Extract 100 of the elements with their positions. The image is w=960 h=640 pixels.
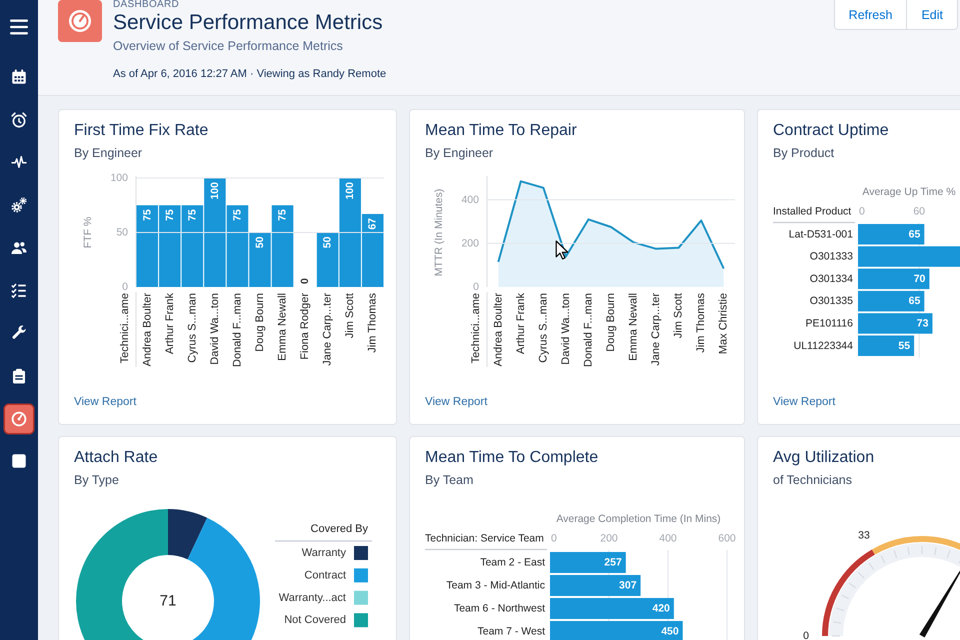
edit-button[interactable]: Edit (907, 0, 958, 30)
axis-title: Average Up Time % (862, 186, 956, 198)
bar-value-label: 75 (186, 209, 198, 221)
bar (858, 224, 924, 244)
axis-tick-label: 50 (116, 226, 128, 238)
category-label: Donald F...man (231, 293, 244, 367)
donut-center-value: 71 (160, 592, 176, 610)
category-label: Emma Newall (276, 293, 289, 361)
bar-value-label: 65 (908, 295, 920, 308)
page-subtitle: Overview of Service Performance Metrics (113, 38, 343, 54)
category-label: Cyrus S...man (186, 293, 198, 363)
category-label: Andrea Boulter (141, 293, 154, 366)
card-subtitle: By Team (425, 472, 474, 488)
axis-tick-label: 0 (473, 281, 479, 293)
card-title: Contract Uptime (773, 121, 889, 141)
category-label: O301335 (810, 295, 853, 308)
legend-label: Warranty...act (278, 592, 346, 604)
gauge-icon (10, 410, 28, 428)
legend-label: Not Covered (284, 614, 346, 626)
page-title: Service Performance Metrics (113, 10, 383, 36)
axis-title: MTTR (In Minutes) (433, 188, 445, 276)
bar-value-label: 420 (652, 602, 670, 614)
bar (858, 268, 930, 290)
card-title: Mean Time To Complete (425, 448, 598, 468)
card-title: Attach Rate (74, 448, 158, 468)
axis-tick-label: 0 (122, 281, 128, 293)
bar (858, 336, 914, 356)
column-header: Technici...ame (470, 293, 482, 364)
category-label: Cyrus S...man (537, 293, 550, 363)
view-report-link[interactable]: View Report (773, 395, 836, 409)
category-label: Team 6 - Northwest (454, 602, 545, 614)
card-subtitle: By Product (773, 145, 834, 161)
category-label: Arthur Frank (164, 293, 176, 354)
checklist-icon (10, 281, 28, 300)
nav-button[interactable] (5, 404, 33, 432)
axis-title: Technician: Service Team (425, 532, 544, 544)
axis-tick-label: 200 (600, 532, 618, 544)
category-label: Team 7 - West (478, 626, 545, 638)
card-title: Mean Time To Repair (425, 121, 577, 141)
category-label: PE101116 (806, 317, 853, 330)
mouse-pointer-icon (555, 240, 568, 260)
axis-tick-label: 400 (461, 194, 479, 206)
bar-value-label: 67 (366, 218, 379, 230)
card-subtitle: By Engineer (74, 145, 142, 161)
bar-value-label: 75 (164, 209, 176, 221)
bar-value-label: 100 (208, 182, 221, 200)
bar-value-label: 50 (254, 236, 266, 248)
view-report-link[interactable]: View Report (74, 395, 136, 409)
app-label: DASHBOARD (113, 0, 180, 10)
view-report-link[interactable]: View Report (425, 395, 488, 409)
category-label: Donald F...man (582, 293, 594, 367)
axis-tick-label: 0 (859, 206, 865, 218)
bar (858, 290, 924, 312)
clipboard-icon (10, 366, 28, 385)
card-subtitle: By Engineer (425, 145, 494, 161)
category-label: Jim Scott (672, 293, 685, 338)
category-label: Lat-D531-001 (788, 228, 853, 240)
calendar-icon (10, 68, 28, 86)
category-label: Max Christie (718, 293, 730, 354)
alarm-clock-icon (10, 110, 28, 129)
category-label: Jane Carp...ter (322, 293, 334, 366)
bar-value-label: 70 (914, 272, 926, 285)
bar-value-label: 75 (231, 209, 244, 221)
menu-icon (10, 18, 28, 36)
category-label: Team 3 - Mid-Atlantic (446, 580, 545, 592)
bar-value-label: 73 (916, 317, 928, 330)
card-subtitle: By Type (74, 472, 119, 488)
card-subtitle: of Technicians (773, 472, 852, 488)
category-label: Doug Bourn (254, 293, 266, 352)
axis-title: Installed Product (773, 206, 852, 218)
category-label: Team 2 - East (480, 556, 545, 568)
card-title: First Time Fix Rate (74, 121, 208, 141)
category-label: UL11223344 (794, 340, 853, 352)
axis-tick-label: 100 (110, 172, 128, 184)
axis-title: FTF % (82, 216, 94, 248)
refresh-button[interactable]: Refresh (834, 0, 908, 30)
category-label: David Wa...ton (560, 293, 572, 365)
bar-value-label: 307 (619, 580, 637, 592)
legend-label: Contract (304, 569, 346, 582)
axis-tick-label: 200 (461, 237, 479, 250)
gears-icon (10, 196, 28, 214)
column-header: Technici...ame (119, 293, 131, 364)
bar-value-label: 0 (299, 278, 312, 284)
square-icon (10, 452, 28, 470)
axis-tick-label: 600 (718, 532, 736, 544)
bar-value-label: 450 (661, 626, 679, 638)
bar-value-label: 65 (908, 228, 920, 240)
bar-value-label: 50 (322, 236, 334, 248)
bar-value-label: 55 (898, 340, 910, 352)
category-label: Emma Newall (628, 293, 640, 361)
category-label: Doug Bourn (605, 293, 617, 352)
category-label: David Wa...ton (208, 293, 221, 365)
card-title: Avg Utilization (773, 448, 874, 468)
bar-value-label: 257 (604, 556, 622, 568)
category-label: Fiona Rodger (299, 293, 312, 360)
legend-label: Warranty (302, 547, 346, 559)
category-label: Arthur Frank (514, 293, 527, 354)
category-label: Jim Scott (344, 293, 356, 338)
category-label: Jane Carp...ter (650, 293, 662, 366)
category-label: O301333 (810, 250, 853, 263)
